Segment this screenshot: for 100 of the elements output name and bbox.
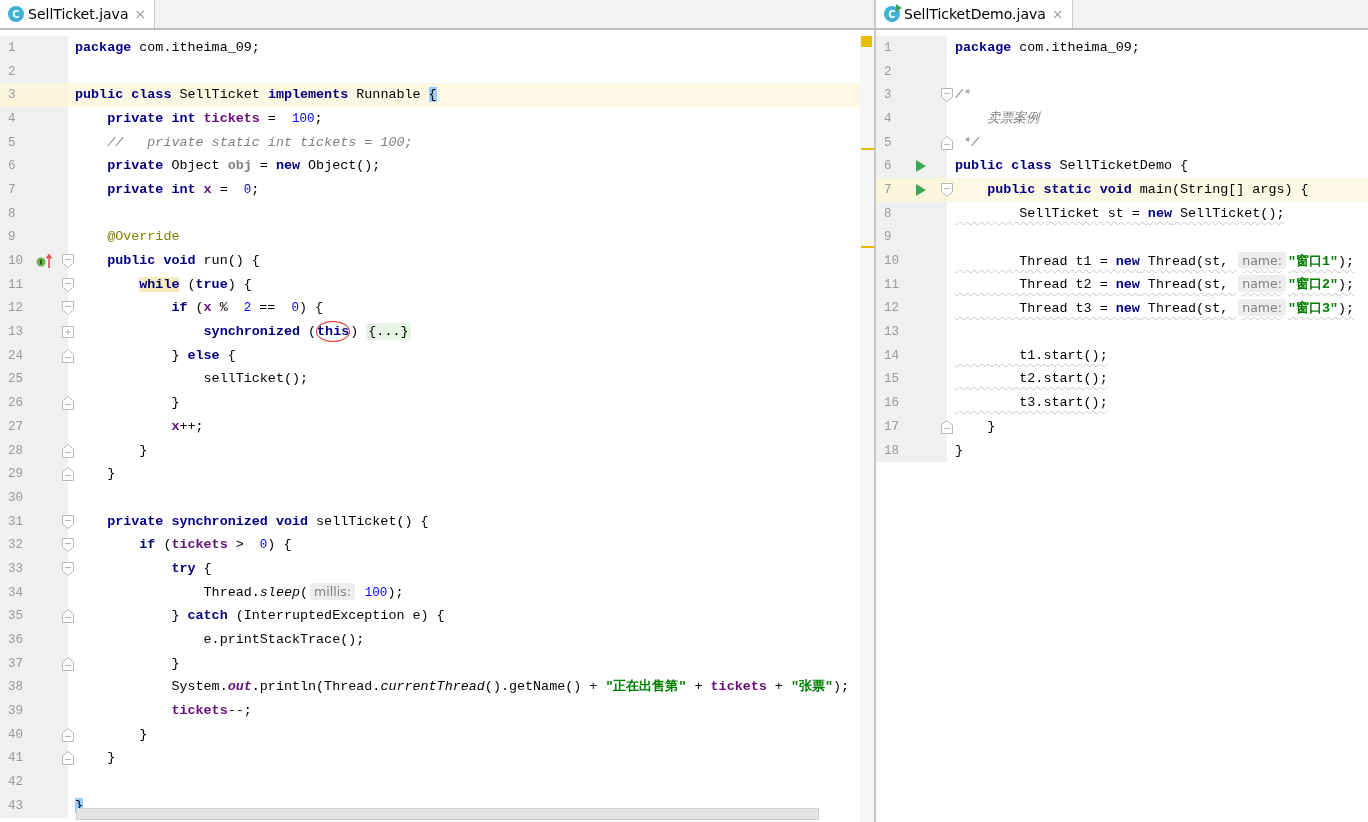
line-number: 10 xyxy=(883,254,900,269)
line-number: 7 xyxy=(7,182,17,197)
code-line: public void run() { xyxy=(106,252,260,271)
line-number: 1 xyxy=(7,40,17,55)
line-number: 15 xyxy=(883,372,900,387)
run-icon[interactable] xyxy=(915,159,927,174)
expand-marker-icon[interactable] xyxy=(62,326,74,339)
code-line: Thread t3 = new Thread(st, name: "窗口3"); xyxy=(1018,297,1355,318)
run-icon[interactable] xyxy=(915,182,927,197)
line-number: 31 xyxy=(7,514,24,529)
code-line: 卖票案例 xyxy=(986,109,1040,128)
fold-marker-icon[interactable] xyxy=(941,135,953,150)
editor-tab[interactable]: C SellTicketDemo.java × xyxy=(876,0,1073,28)
line-number: 4 xyxy=(883,111,893,126)
line-number: 12 xyxy=(883,301,900,316)
fold-marker-icon[interactable] xyxy=(62,467,74,482)
fold-marker-icon[interactable] xyxy=(62,727,74,742)
implements-icon[interactable] xyxy=(36,253,54,270)
line-number: 30 xyxy=(7,490,24,505)
line-number: 26 xyxy=(7,396,24,411)
fold-marker-icon[interactable] xyxy=(62,301,74,316)
line-number: 6 xyxy=(7,159,17,174)
line-number: 27 xyxy=(7,419,24,434)
line-number: 29 xyxy=(7,467,24,482)
code-line: Thread.sleep( millis: 100); xyxy=(202,582,404,603)
fold-marker-icon[interactable] xyxy=(941,88,953,103)
line-number: 2 xyxy=(7,64,17,79)
line-number: 4 xyxy=(7,111,17,126)
fold-marker-icon[interactable] xyxy=(62,277,74,292)
fold-marker-icon[interactable] xyxy=(941,419,953,434)
fold-marker-icon[interactable] xyxy=(62,751,74,766)
code-line: synchronized (this) {...} xyxy=(75,321,411,344)
code-line: SellTicket st = new SellTicket(); xyxy=(1018,204,1285,223)
line-number: 41 xyxy=(7,751,24,766)
code-line: } xyxy=(138,725,148,744)
status-indicator[interactable] xyxy=(861,36,872,47)
horizontal-scrollbar[interactable] xyxy=(76,808,819,820)
fold-marker-icon[interactable] xyxy=(62,656,74,671)
fold-marker-icon[interactable] xyxy=(62,396,74,411)
code-line: // private static int tickets = 100; xyxy=(106,133,413,152)
fold-marker-icon[interactable] xyxy=(62,538,74,553)
fold-marker-icon[interactable] xyxy=(941,182,953,197)
line-number: 38 xyxy=(7,680,24,695)
line-number: 11 xyxy=(883,277,900,292)
code-line: tickets--; xyxy=(170,702,252,721)
fold-marker-icon[interactable] xyxy=(62,561,74,576)
code-line: sellTicket(); xyxy=(202,370,309,389)
code-line: if (x % 2 == 0) { xyxy=(170,299,324,318)
code-line: Thread t1 = new Thread(st, name: "窗口1"); xyxy=(1018,250,1355,271)
line-number: 6 xyxy=(883,159,893,174)
code-line: } xyxy=(955,441,964,460)
line-number: 8 xyxy=(883,206,893,221)
line-number: 8 xyxy=(7,206,17,221)
line-number: 34 xyxy=(7,585,24,600)
code-line: while (true) { xyxy=(75,273,252,296)
code-line: System.out.println(Thread.currentThread().getName() + "正在出售第" + tickets + "张票"); xyxy=(170,678,850,697)
line-number: 35 xyxy=(7,609,24,624)
line-number: 2 xyxy=(883,64,893,79)
line-number: 39 xyxy=(7,704,24,719)
code-line: @Override xyxy=(106,228,180,247)
fold-marker-icon[interactable] xyxy=(62,348,74,363)
warning-mark[interactable] xyxy=(861,148,874,150)
line-number: 1 xyxy=(883,40,893,55)
line-number: 16 xyxy=(883,396,900,411)
line-number: 14 xyxy=(883,348,900,363)
code-line: public static void main(String[] args) { xyxy=(986,180,1309,199)
code-line: } xyxy=(106,749,116,768)
line-number: 5 xyxy=(883,135,893,150)
fold-marker-icon[interactable] xyxy=(62,609,74,624)
line-number: 33 xyxy=(7,561,24,576)
code-line: try { xyxy=(170,559,212,578)
code-line: if (tickets > 0) { xyxy=(138,536,292,555)
fold-marker-icon[interactable] xyxy=(62,443,74,458)
editor-tab[interactable]: C SellTicket.java × xyxy=(0,0,156,28)
code-line: private int x = 0; xyxy=(106,180,260,199)
code-line: /* xyxy=(955,86,972,105)
code-line: } catch (InterruptedException e) { xyxy=(170,607,445,626)
code-line: package com.itheima_09; xyxy=(955,38,1140,57)
code-line: private int tickets = 100; xyxy=(106,109,323,128)
code-line: } xyxy=(170,394,180,413)
line-number: 36 xyxy=(7,633,24,648)
code-line: private Object obj = new Object(); xyxy=(106,157,381,176)
code-line: x++; xyxy=(170,417,204,436)
code-line: public class SellTicketDemo { xyxy=(955,157,1189,176)
line-number: 43 xyxy=(7,798,24,813)
line-number: 17 xyxy=(883,419,900,434)
line-number: 42 xyxy=(7,775,24,790)
code-line: t3.start(); xyxy=(1018,394,1108,413)
fold-marker-icon[interactable] xyxy=(62,254,74,269)
line-number: 11 xyxy=(7,277,24,292)
code-line: } xyxy=(986,417,996,436)
code-line: } xyxy=(138,441,148,460)
fold-marker-icon[interactable] xyxy=(62,514,74,529)
line-number: 12 xyxy=(7,301,24,316)
code-line: e.printStackTrace(); xyxy=(202,631,365,650)
code-line: public class SellTicket implements Runnable { xyxy=(75,86,437,105)
warning-mark[interactable] xyxy=(861,246,874,248)
code-line: Thread t2 = new Thread(st, name: "窗口2"); xyxy=(1018,274,1355,295)
code-line: } else { xyxy=(170,346,236,365)
line-number: 13 xyxy=(883,325,900,340)
